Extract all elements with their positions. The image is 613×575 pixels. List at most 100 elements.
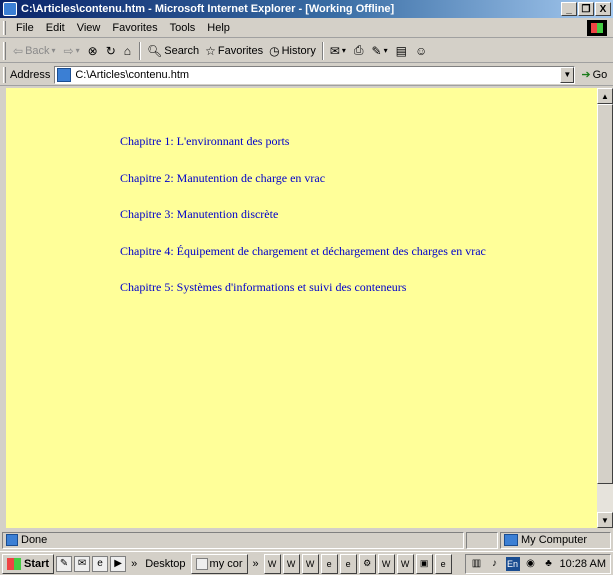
desktop-toolbar-label[interactable]: Desktop <box>142 558 188 570</box>
zone-panel: My Computer <box>500 531 611 549</box>
toolbar-separator <box>139 41 141 60</box>
ie-icon <box>3 2 17 16</box>
history-label: History <box>281 44 316 57</box>
go-button[interactable]: ➔ Go <box>581 68 608 82</box>
menu-favorites[interactable]: Favorites <box>106 22 163 34</box>
search-icon: 🔍︎ <box>147 43 163 58</box>
address-dropdown-button[interactable]: ▼ <box>560 66 575 83</box>
scroll-up-button[interactable]: ▲ <box>597 88 613 104</box>
chapter-link-4[interactable]: Chapitre 4: Équipement de chargement et … <box>120 244 486 281</box>
refresh-button[interactable]: ↻ <box>103 44 121 58</box>
menu-edit[interactable]: Edit <box>40 22 71 34</box>
task-word-5[interactable]: W <box>396 553 414 574</box>
search-button[interactable]: 🔍︎ Search <box>144 44 202 58</box>
menu-view[interactable]: View <box>71 22 107 34</box>
menu-grip[interactable] <box>3 20 6 35</box>
clock: 10:28 AM <box>559 557 606 570</box>
chevron-down-icon: ▾ <box>341 46 346 55</box>
scroll-down-button[interactable]: ▼ <box>597 512 613 528</box>
home-button[interactable]: ⌂ <box>121 44 136 58</box>
favorites-button[interactable]: ☆ Favorites <box>202 44 266 58</box>
close-button[interactable]: X <box>595 2 611 16</box>
page-done-icon <box>6 534 18 546</box>
go-label: Go <box>592 68 608 81</box>
language-indicator[interactable]: En <box>505 556 520 571</box>
back-label: Back <box>25 44 50 57</box>
back-arrow-icon: ⇦ <box>13 43 24 58</box>
discuss-button[interactable]: ▤ <box>393 44 412 58</box>
chapter-link-1[interactable]: Chapitre 1: L'environnant des ports <box>120 134 486 171</box>
discuss-icon: ▤ <box>395 43 407 58</box>
address-url[interactable]: C:\Articles\contenu.htm <box>75 69 560 81</box>
print-button[interactable]: ⎙ <box>351 43 369 58</box>
network-icon[interactable]: ▥ <box>470 557 484 571</box>
stop-icon: ⊗ <box>87 43 98 58</box>
standard-toolbar: ⇦ Back ▾ ⇨ ▾ ⊗ ↻ ⌂ 🔍︎ Search ☆ Favorites… <box>0 39 613 63</box>
task-app-icon[interactable]: ⚙ <box>358 553 376 574</box>
address-bar: Address C:\Articles\contenu.htm ▼ ➔ Go <box>0 64 613 86</box>
chevron-down-icon: ▾ <box>51 46 56 55</box>
chevron-down-icon: ▾ <box>383 46 388 55</box>
task-word-1[interactable]: W <box>263 553 281 574</box>
my-computer-icon <box>504 534 518 546</box>
menu-help[interactable]: Help <box>201 22 236 34</box>
title-bar: C:\Articles\contenu.htm - Microsoft Inte… <box>0 0 613 18</box>
back-button[interactable]: ⇦ Back ▾ <box>10 44 61 58</box>
volume-icon[interactable]: ♪ <box>488 557 502 571</box>
my-computer-taskbar-item[interactable]: my cor <box>190 553 248 574</box>
forward-button[interactable]: ⇨ ▾ <box>61 44 85 58</box>
start-button[interactable]: Start <box>2 553 55 574</box>
page-viewport: Chapitre 1: L'environnant des ports Chap… <box>6 88 597 528</box>
stop-button[interactable]: ⊗ <box>85 44 103 58</box>
history-button[interactable]: ◷ History <box>266 44 319 58</box>
mail-button[interactable]: ✉ ▾ <box>327 44 351 58</box>
tray-app-icon[interactable]: ♣ <box>542 557 556 571</box>
chapter-link-3[interactable]: Chapitre 3: Manutention discrète <box>120 207 486 244</box>
restore-button[interactable]: ❐ <box>578 2 594 16</box>
task-folder[interactable]: ▣ <box>415 553 433 574</box>
quicklaunch-ie-icon[interactable]: e <box>92 555 109 572</box>
home-icon: ⌂ <box>123 43 131 58</box>
quicklaunch-media-icon[interactable]: ▶ <box>110 555 127 572</box>
task-word-3[interactable]: W <box>301 553 319 574</box>
task-ie-1[interactable]: e <box>320 553 338 574</box>
status-bar: Done My Computer <box>0 530 613 550</box>
desktop-chevron[interactable]: » <box>250 558 262 570</box>
windows-flag-icon <box>7 557 21 570</box>
task-word-4[interactable]: W <box>377 553 395 574</box>
vertical-scrollbar[interactable]: ▲ ▼ <box>597 88 613 528</box>
favorites-label: Favorites <box>217 44 264 57</box>
quicklaunch-editor-icon[interactable]: ✎ <box>56 555 73 572</box>
taskbar: Start ✎ ✉ e ▶ » Desktop my cor » W W W e… <box>0 551 613 575</box>
address-label: Address <box>10 68 51 81</box>
task-word-2[interactable]: W <box>282 553 300 574</box>
edit-button[interactable]: ✎ ▾ <box>369 44 393 58</box>
address-input[interactable]: C:\Articles\contenu.htm ▼ <box>54 65 576 84</box>
chapter-link-5[interactable]: Chapitre 5: Systèmes d'informations et s… <box>120 280 486 317</box>
task-ie-2[interactable]: e <box>339 553 357 574</box>
search-label: Search <box>164 44 200 57</box>
toolbar-grip[interactable] <box>3 41 6 60</box>
window-title: C:\Articles\contenu.htm - Microsoft Inte… <box>21 3 395 15</box>
status-text: Done <box>21 534 48 546</box>
scroll-thumb[interactable] <box>597 104 613 484</box>
toolbar-separator <box>321 41 324 60</box>
quicklaunch-outlook-icon[interactable]: ✉ <box>74 555 91 572</box>
task-ie-active[interactable]: e <box>434 553 452 574</box>
menu-file[interactable]: File <box>10 22 40 34</box>
chapter-link-2[interactable]: Chapitre 2: Manutention de charge en vra… <box>120 171 486 208</box>
minimize-button[interactable]: _ <box>561 2 577 16</box>
page-icon <box>57 67 72 82</box>
edit-icon: ✎ <box>371 43 382 58</box>
quicklaunch-chevron[interactable]: » <box>128 558 140 570</box>
start-label: Start <box>24 557 50 570</box>
menu-tools[interactable]: Tools <box>164 22 202 34</box>
zone-text: My Computer <box>521 534 588 546</box>
windows-logo-icon <box>587 19 607 36</box>
camera-icon[interactable]: ◉ <box>524 557 538 571</box>
address-grip[interactable] <box>3 66 6 83</box>
status-panel-empty <box>466 531 498 549</box>
mail-icon: ✉ <box>329 43 340 58</box>
my-computer-icon <box>195 557 208 570</box>
messenger-button[interactable]: ☺ <box>412 44 432 58</box>
